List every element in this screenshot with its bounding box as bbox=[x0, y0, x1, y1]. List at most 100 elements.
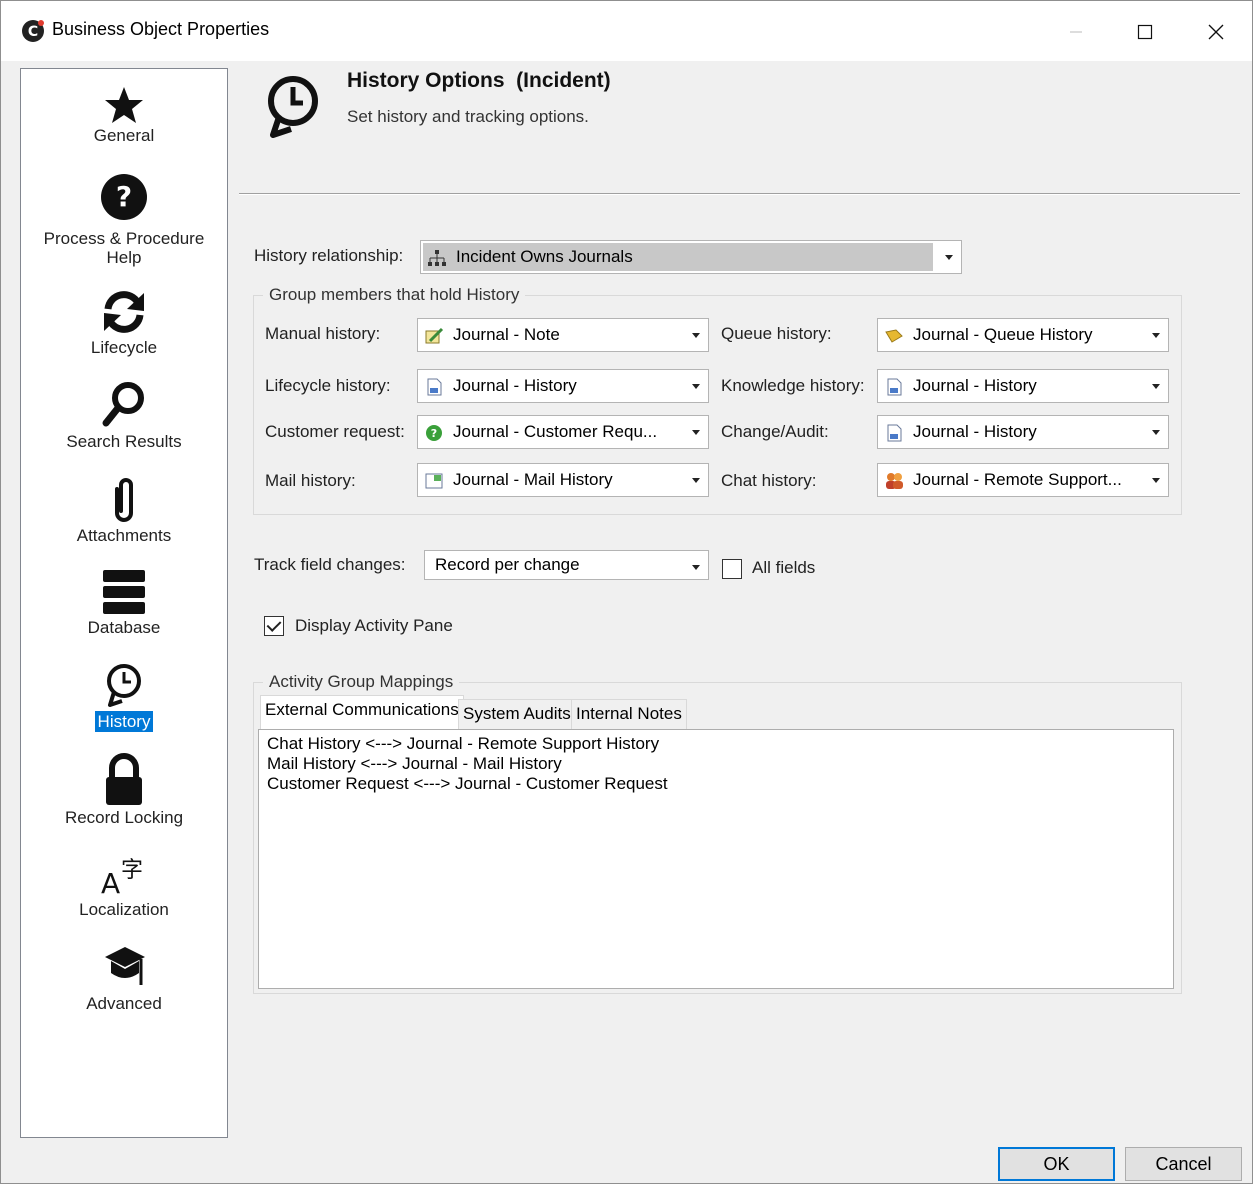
magnifier-icon bbox=[102, 382, 144, 427]
journal-doc-icon bbox=[887, 424, 902, 442]
all-fields-label: All fields bbox=[752, 558, 816, 577]
note-pencil-icon bbox=[425, 327, 444, 344]
queue-history-value: Journal - Queue History bbox=[913, 325, 1093, 344]
group-members-title: Group members that hold History bbox=[263, 285, 526, 305]
external-communications-panel: Chat History <---> Journal - Remote Supp… bbox=[258, 729, 1174, 989]
queue-tag-icon bbox=[885, 329, 903, 343]
manual-history-value: Journal - Note bbox=[453, 325, 560, 344]
customer-request-combo[interactable]: ? Journal - Customer Requ... bbox=[417, 415, 709, 449]
category-sidebar: General ? Process & Procedure Help Lifec… bbox=[20, 68, 228, 1138]
maximize-icon bbox=[1137, 24, 1153, 39]
mail-history-combo[interactable]: Journal - Mail History bbox=[417, 463, 709, 497]
sidebar-item-label: Advanced bbox=[86, 994, 162, 1013]
chevron-down-icon[interactable] bbox=[684, 551, 708, 579]
question-circle-icon: ? bbox=[101, 174, 147, 220]
mapping-line: Mail History <---> Journal - Mail Histor… bbox=[267, 754, 562, 773]
tab-external-communications[interactable]: External Communications bbox=[260, 695, 464, 730]
queue-history-label: Queue history: bbox=[721, 324, 832, 343]
page-subtitle: Set history and tracking options. bbox=[347, 107, 589, 126]
history-clock-icon bbox=[268, 76, 318, 138]
chevron-down-icon[interactable] bbox=[684, 370, 708, 402]
green-circle-icon: ? bbox=[426, 425, 442, 441]
mail-doc-icon bbox=[425, 473, 443, 489]
chevron-down-icon[interactable] bbox=[1144, 464, 1168, 496]
queue-history-combo[interactable]: Journal - Queue History bbox=[877, 318, 1169, 352]
svg-text:A: A bbox=[101, 867, 120, 899]
history-relationship-label: History relationship: bbox=[254, 246, 404, 265]
sidebar-item-label: Search Results bbox=[66, 432, 182, 451]
sidebar-item-label: History bbox=[94, 711, 154, 732]
padlock-icon bbox=[106, 753, 142, 805]
history-relationship-value: Incident Owns Journals bbox=[456, 247, 633, 266]
sidebar-item-search-results[interactable]: Search Results bbox=[21, 381, 227, 452]
chevron-down-icon[interactable] bbox=[1144, 370, 1168, 402]
change-audit-label: Change/Audit: bbox=[721, 422, 829, 441]
change-audit-value: Journal - History bbox=[913, 422, 1037, 441]
lifecycle-history-combo[interactable]: Journal - History bbox=[417, 369, 709, 403]
chevron-down-icon[interactable] bbox=[937, 241, 961, 273]
close-button[interactable] bbox=[1193, 11, 1239, 51]
manual-history-label: Manual history: bbox=[265, 324, 381, 343]
minimize-icon bbox=[1070, 31, 1082, 33]
sidebar-item-advanced[interactable]: Advanced bbox=[21, 943, 227, 1014]
sidebar-item-history[interactable]: History bbox=[21, 661, 227, 732]
chevron-down-icon[interactable] bbox=[684, 319, 708, 351]
refresh-icon bbox=[104, 291, 144, 333]
chevron-down-icon[interactable] bbox=[684, 464, 708, 496]
svg-text:C: C bbox=[28, 24, 38, 40]
cancel-button[interactable]: Cancel bbox=[1125, 1147, 1242, 1181]
svg-text:字: 字 bbox=[121, 858, 143, 883]
svg-text:?: ? bbox=[116, 180, 132, 213]
svg-text:?: ? bbox=[431, 427, 437, 440]
sidebar-item-label: Localization bbox=[79, 900, 169, 919]
minimize-button[interactable] bbox=[1053, 11, 1099, 51]
mail-history-label: Mail history: bbox=[265, 471, 356, 490]
sidebar-item-label: Record Locking bbox=[64, 808, 184, 827]
paperclip-icon bbox=[115, 478, 133, 522]
star-icon bbox=[105, 87, 143, 123]
customer-request-label: Customer request: bbox=[265, 422, 405, 441]
tab-system-audits[interactable]: System Audits bbox=[458, 699, 576, 730]
customer-request-value: Journal - Customer Requ... bbox=[453, 422, 658, 441]
journal-doc-icon bbox=[887, 378, 902, 396]
chevron-down-icon[interactable] bbox=[1144, 319, 1168, 351]
sidebar-item-label: Attachments bbox=[76, 526, 172, 545]
sidebar-item-record-locking[interactable]: Record Locking bbox=[21, 753, 227, 828]
display-activity-pane-checkbox[interactable] bbox=[264, 616, 284, 636]
display-activity-pane-label: Display Activity Pane bbox=[295, 616, 453, 635]
sidebar-item-database[interactable]: Database bbox=[21, 567, 227, 638]
sidebar-item-attachments[interactable]: Attachments bbox=[21, 475, 227, 546]
all-fields-checkbox[interactable] bbox=[722, 559, 742, 579]
track-field-changes-label: Track field changes: bbox=[254, 555, 406, 574]
track-field-changes-combo[interactable]: Record per change bbox=[424, 550, 709, 580]
change-audit-combo[interactable]: Journal - History bbox=[877, 415, 1169, 449]
sidebar-item-label: Lifecycle bbox=[90, 338, 158, 357]
chat-history-value: Journal - Remote Support... bbox=[913, 470, 1122, 489]
localization-icon: A 字 bbox=[101, 858, 143, 899]
sidebar-item-localization[interactable]: A 字 Localization bbox=[21, 849, 227, 920]
lifecycle-history-label: Lifecycle history: bbox=[265, 376, 391, 395]
tab-internal-notes[interactable]: Internal Notes bbox=[571, 699, 687, 730]
sidebar-item-label-line2: Help bbox=[106, 248, 142, 267]
chat-history-label: Chat history: bbox=[721, 471, 817, 490]
sidebar-item-lifecycle[interactable]: Lifecycle bbox=[21, 287, 227, 358]
sidebar-item-general[interactable]: General bbox=[21, 85, 227, 146]
knowledge-history-label: Knowledge history: bbox=[721, 376, 865, 395]
mail-history-value: Journal - Mail History bbox=[453, 470, 613, 489]
chat-history-combo[interactable]: Journal - Remote Support... bbox=[877, 463, 1169, 497]
sidebar-item-label: Process & Procedure bbox=[43, 229, 205, 248]
sidebar-item-label: General bbox=[93, 126, 155, 145]
knowledge-history-combo[interactable]: Journal - History bbox=[877, 369, 1169, 403]
chevron-down-icon[interactable] bbox=[1144, 416, 1168, 448]
relationship-tree-icon bbox=[428, 250, 446, 266]
manual-history-combo[interactable]: Journal - Note bbox=[417, 318, 709, 352]
ok-button[interactable]: OK bbox=[998, 1147, 1115, 1181]
mapping-line: Customer Request <---> Journal - Custome… bbox=[267, 774, 668, 793]
sidebar-item-process-procedure-help[interactable]: ? Process & Procedure Help bbox=[21, 173, 227, 267]
history-relationship-combo[interactable]: Incident Owns Journals bbox=[420, 240, 962, 274]
maximize-button[interactable] bbox=[1122, 11, 1168, 51]
window-title: Business Object Properties bbox=[52, 19, 270, 39]
app-logo-icon: C bbox=[22, 20, 44, 42]
chevron-down-icon[interactable] bbox=[684, 416, 708, 448]
people-icon bbox=[886, 473, 903, 489]
